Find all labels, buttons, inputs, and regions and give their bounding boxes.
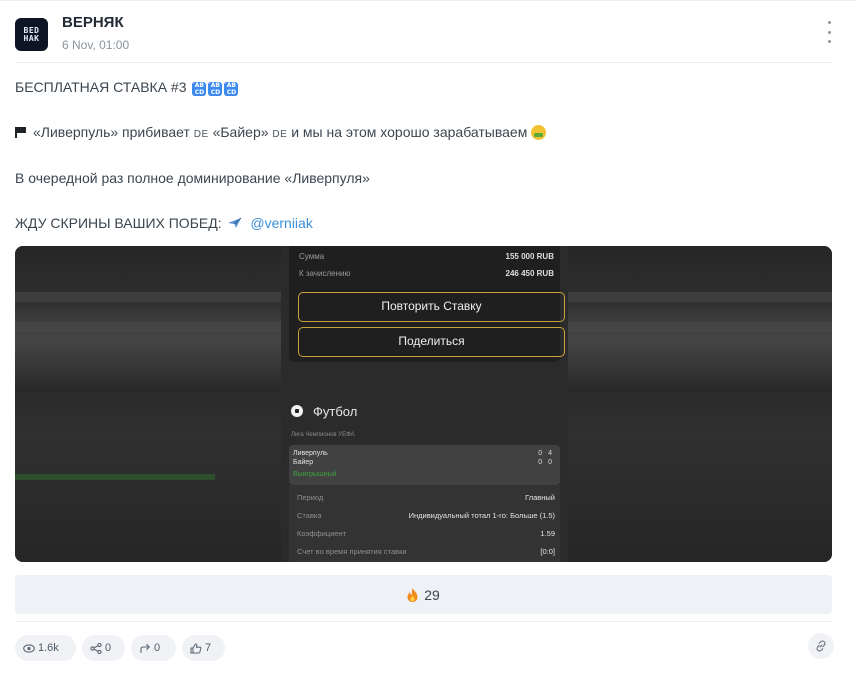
channel-avatar[interactable]: BED HAK (15, 18, 48, 51)
mention-link[interactable]: @verniiak (250, 215, 312, 231)
airplane-icon (228, 217, 242, 228)
more-dot-icon (827, 40, 831, 43)
black-flag-icon (15, 127, 27, 138)
post-text-line-3: В очередной раз полное доминирование «Ли… (15, 170, 370, 186)
score-1: 0 4 (538, 450, 554, 457)
image-blur-green (15, 474, 215, 480)
share-bet-button: Поделиться (298, 327, 565, 357)
bet-screenshot: Сумма 155 000 RUB К зачислению 246 450 R… (281, 246, 568, 562)
payout-label: К зачислению (299, 269, 351, 278)
copy-link-button[interactable] (808, 633, 834, 659)
bet-details: Период Главный Ставка Индивидуальный тот… (289, 485, 560, 562)
text-segment: и мы на этом хорошо зарабатываем (291, 124, 528, 140)
detail-row: Коэффициент 1.59 (297, 529, 555, 538)
header-divider (15, 62, 832, 63)
bet-status: Выигрышный (293, 471, 337, 478)
detail-label: Коэффициент (297, 529, 347, 538)
detail-label: Период (297, 493, 324, 502)
post-image[interactable]: Сумма 155 000 RUB К зачислению 246 450 R… (15, 246, 832, 562)
likes-count: 7 (205, 642, 212, 654)
more-options-button[interactable] (822, 21, 836, 43)
score-2: 0 0 (538, 459, 554, 466)
abcd-icon: AB CD (192, 82, 207, 96)
abcd-icon: AB CD (224, 82, 239, 96)
sport-header: Футбол (291, 404, 357, 419)
forward-arrow-icon (140, 643, 150, 653)
flag-de-label: DE (272, 129, 288, 140)
text-segment: «Байер» (212, 124, 269, 140)
fire-icon (407, 587, 418, 602)
post-text-line-1: БЕСПЛАТНАЯ СТАВКА #3 AB CDAB CDAB CD (15, 79, 239, 96)
team-2: Байер (293, 459, 314, 466)
views-counter: 1.6k (15, 635, 76, 661)
repost-button[interactable]: 0 (131, 635, 176, 661)
share-icon (90, 642, 102, 654)
more-dot-icon (827, 30, 831, 34)
detail-label: Ставка (297, 511, 322, 520)
detail-row: Счет во время принятия ставки [0:0] (297, 547, 555, 556)
payout-value: 246 450 RUB (505, 269, 554, 278)
league-name: Лига Чемпионов УЕФА (291, 432, 355, 438)
link-icon (816, 640, 826, 652)
detail-row: Ставка Индивидуальный тотал 1-го: Больше… (297, 511, 555, 520)
thumbs-up-icon (190, 642, 202, 654)
sum-value: 155 000 RUB (505, 252, 554, 261)
text-segment: ЖДУ СКРИНЫ ВАШИХ ПОБЕД: (15, 215, 222, 231)
abcd-icon: AB CD (208, 82, 223, 96)
sum-row: Сумма 155 000 RUB (299, 252, 554, 261)
detail-label: Счет во время принятия ставки (297, 547, 407, 556)
detail-value: Главный (525, 493, 555, 502)
post-card: BED HAK ВЕРНЯК 6 Nov, 01:00 БЕСПЛАТНАЯ С… (0, 0, 856, 683)
reaction-count: 29 (424, 586, 440, 603)
like-button[interactable]: 7 (182, 635, 225, 661)
flag-de-label: DE (193, 129, 209, 140)
soccer-ball-icon (291, 405, 303, 417)
post-date: 6 Nov, 01:00 (62, 38, 130, 52)
detail-value: Индивидуальный тотал 1-го: Больше (1.5) (408, 511, 555, 520)
post-title: БЕСПЛАТНАЯ СТАВКА #3 (15, 79, 187, 95)
repeat-bet-button: Повторить Ставку (298, 292, 565, 322)
match-box: Ливерпуль 0 4 Байер 0 0 Выигрышный (289, 445, 560, 485)
bet-summary-panel: Сумма 155 000 RUB К зачислению 246 450 R… (289, 246, 565, 362)
share-button[interactable]: 0 (82, 635, 125, 661)
text-segment: «Ливерпуль» прибивает (33, 124, 190, 140)
money-face-icon (531, 125, 547, 140)
sport-name: Футбол (313, 404, 358, 419)
post-text-line-2: «Ливерпуль» прибивает DE «Байер» DE и мы… (15, 124, 547, 140)
footer-divider (15, 621, 832, 622)
post-text-line-4: ЖДУ СКРИНЫ ВАШИХ ПОБЕД: @verniiak (15, 215, 313, 231)
reposts-count: 0 (154, 642, 161, 654)
shares-count: 0 (105, 642, 112, 654)
avatar-text-bottom: HAK (23, 33, 40, 43)
team-1: Ливерпуль (293, 450, 328, 457)
detail-value: [0:0] (540, 547, 555, 556)
sum-label: Сумма (299, 252, 325, 261)
reaction-fire-button[interactable]: 29 (15, 575, 832, 614)
detail-value: 1.59 (540, 529, 555, 538)
detail-row: Период Главный (297, 493, 555, 502)
views-count: 1.6k (38, 642, 59, 654)
payout-row: К зачислению 246 450 RUB (299, 269, 554, 278)
channel-name[interactable]: ВЕРНЯК (62, 14, 124, 31)
more-dot-icon (827, 21, 831, 24)
eye-icon (23, 643, 35, 653)
